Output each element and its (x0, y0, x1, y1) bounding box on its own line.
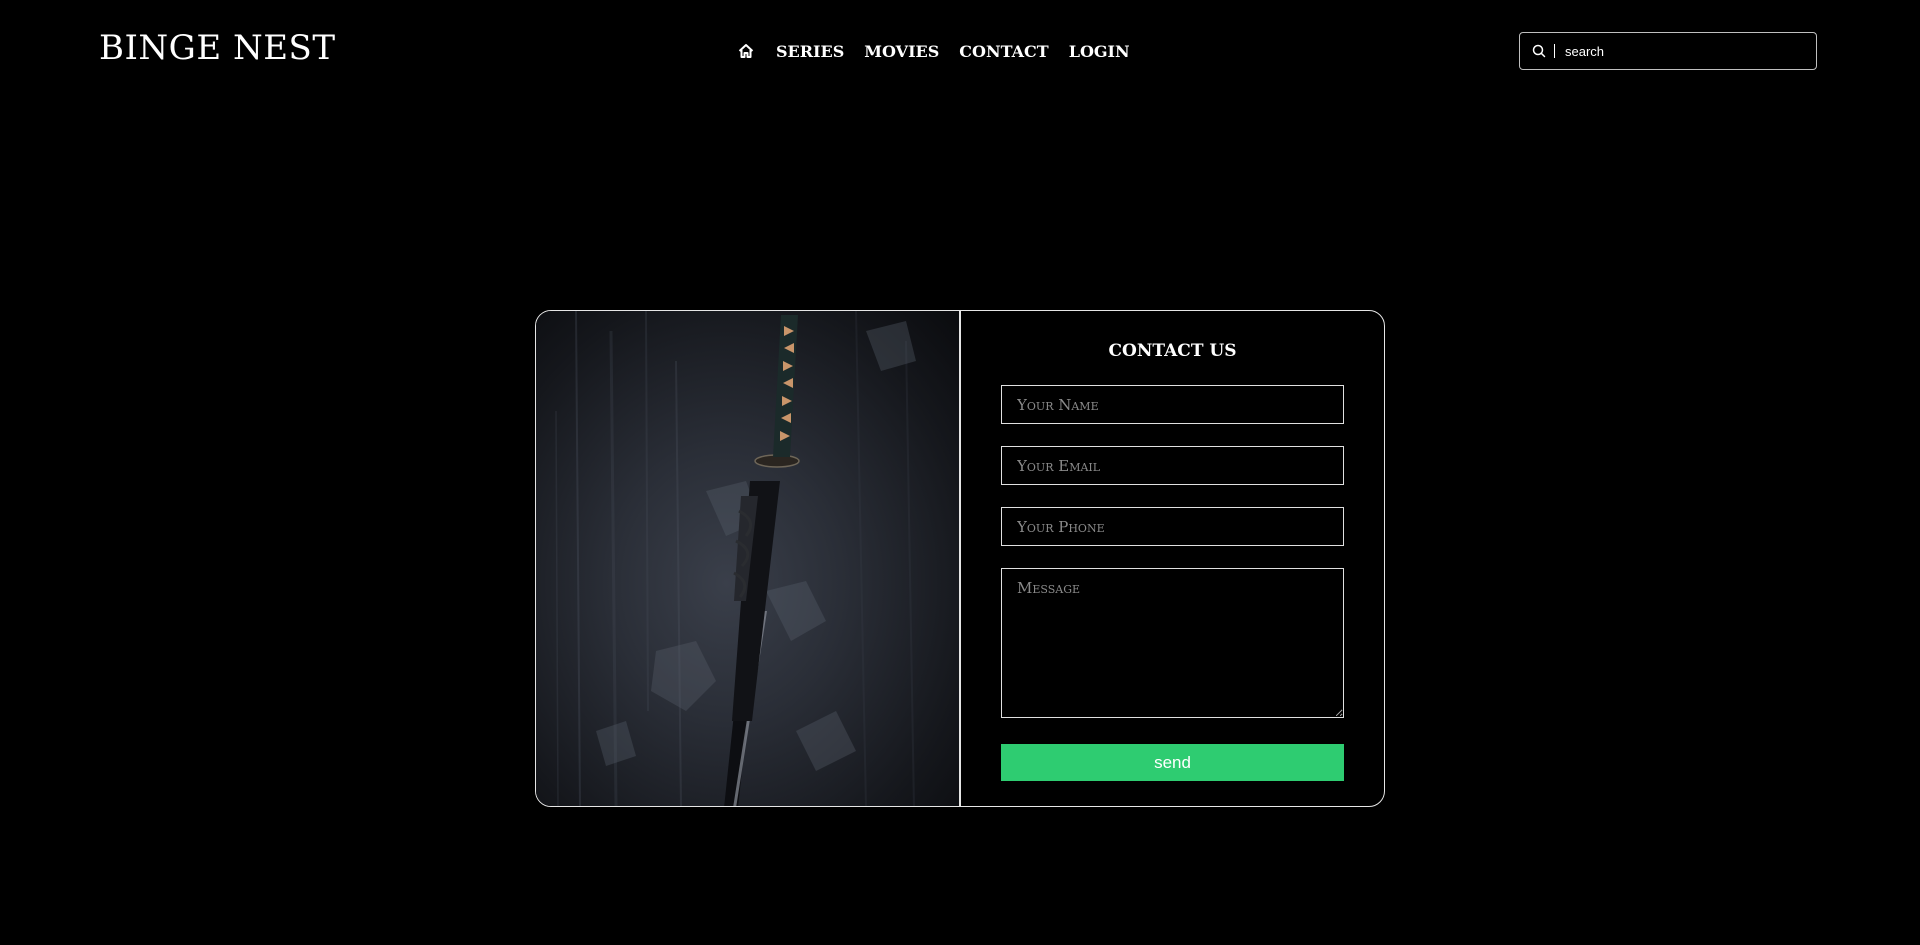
phone-field[interactable] (1001, 507, 1344, 546)
nav-link-series[interactable]: SERIES (776, 42, 844, 61)
email-field[interactable] (1001, 446, 1344, 485)
katana-sword-image (536, 311, 961, 806)
message-field[interactable] (1001, 568, 1344, 718)
nav-link-movies[interactable]: MOVIES (864, 42, 939, 61)
send-button[interactable]: send (1001, 744, 1344, 781)
search-box (1519, 32, 1817, 70)
main-nav: SERIES MOVIES CONTACT LOGIN (736, 40, 1130, 62)
home-icon[interactable] (736, 40, 756, 62)
name-field[interactable] (1001, 385, 1344, 424)
nav-link-login[interactable]: LOGIN (1069, 42, 1130, 61)
search-input[interactable] (1563, 42, 1816, 60)
form-title: CONTACT US (1108, 341, 1237, 361)
site-logo[interactable]: BINGE NEST (99, 28, 336, 68)
search-divider (1554, 44, 1555, 58)
nav-link-contact[interactable]: CONTACT (959, 42, 1048, 61)
contact-card: CONTACT US send (535, 310, 1385, 807)
contact-form: CONTACT US send (961, 311, 1384, 806)
page: BINGE NEST SERIES MOVIES CONTACT LOGIN s… (0, 0, 1920, 945)
search-icon[interactable] (1532, 44, 1546, 58)
